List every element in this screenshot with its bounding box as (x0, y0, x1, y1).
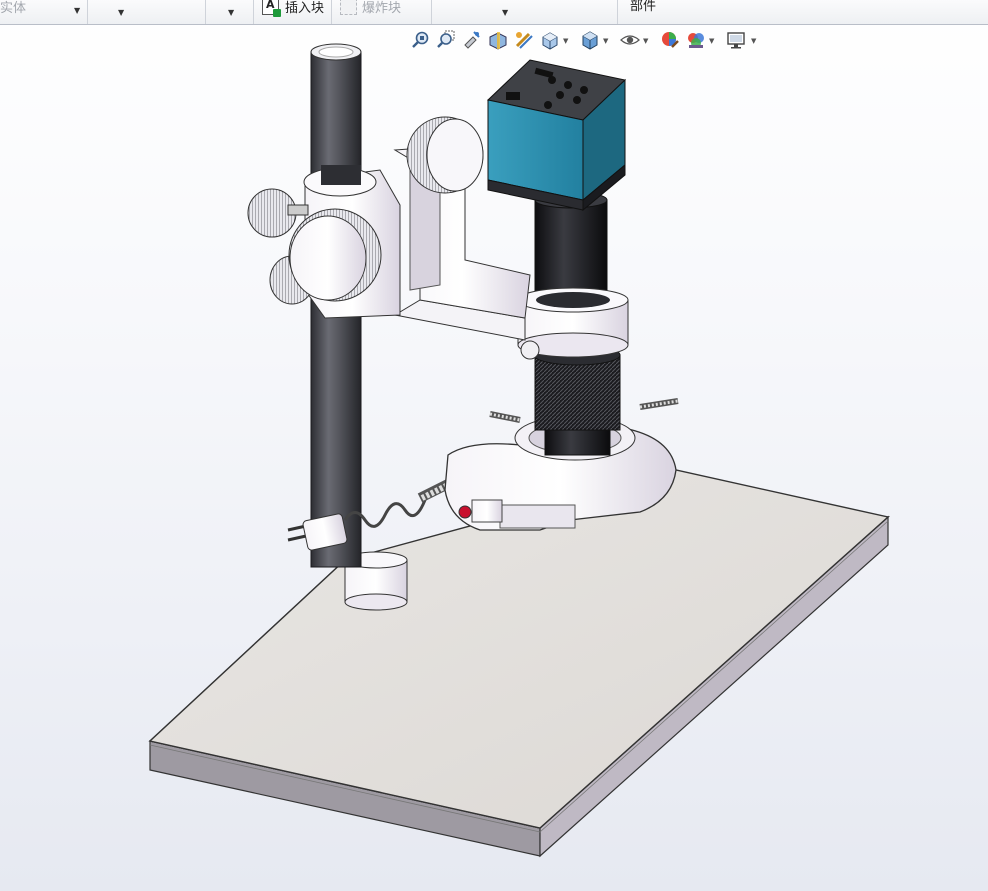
part-label: 部件 (630, 0, 657, 14)
explode-block-label: 爆炸块 (362, 0, 402, 16)
part-menu[interactable]: 部件 (618, 0, 988, 24)
lens-holder-ring[interactable] (517, 287, 629, 360)
command-bar: 实体 ▼ ▼ ▼ 插入块 爆炸块 ▼ 部件 (0, 0, 988, 25)
power-indicator-knob[interactable] (458, 505, 472, 519)
dropdown-5[interactable]: ▼ (432, 0, 618, 24)
insert-block-label: 插入块 (285, 0, 325, 16)
chevron-down-icon: ▼ (228, 8, 235, 17)
focus-knob-front[interactable] (288, 208, 382, 302)
insert-block-button[interactable]: 插入块 (254, 0, 332, 24)
chevron-down-icon: ▼ (74, 6, 81, 15)
chevron-down-icon: ▼ (502, 8, 509, 17)
explode-block-icon (340, 0, 357, 15)
graphics-area[interactable] (0, 26, 988, 891)
microscope-assembly-model[interactable] (0, 26, 988, 891)
chevron-down-icon: ▼ (118, 8, 125, 17)
focus-knob-back[interactable] (406, 116, 484, 194)
dropdown-2[interactable]: ▼ (88, 0, 206, 24)
industrial-camera[interactable] (486, 59, 627, 212)
insert-block-icon (262, 0, 281, 17)
dropdown-3[interactable]: ▼ (206, 0, 254, 24)
lens-lock-knob[interactable] (520, 340, 540, 360)
solid-dropdown[interactable]: 实体 ▼ (0, 0, 88, 24)
explode-block-button[interactable]: 爆炸块 (332, 0, 432, 24)
solid-label: 实体 (0, 0, 27, 16)
